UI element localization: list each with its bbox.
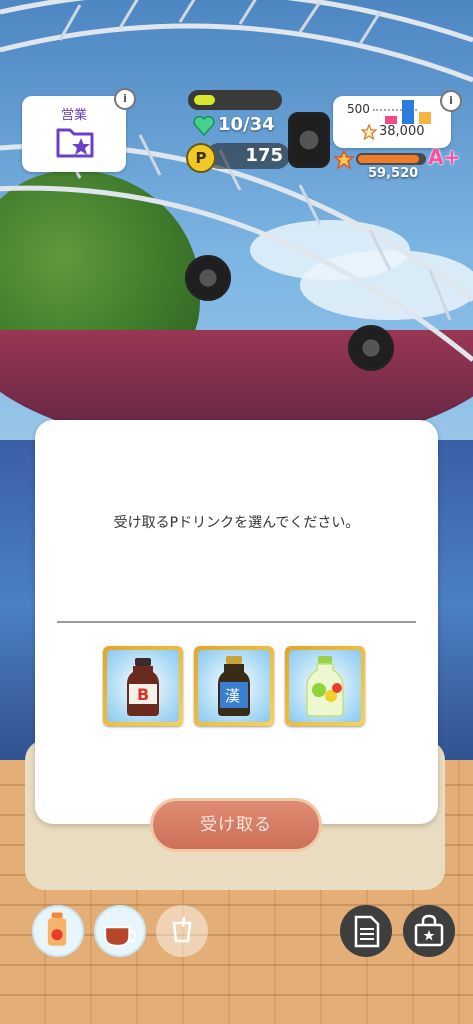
- fan-info-icon[interactable]: i: [440, 90, 462, 112]
- blue-drink-icon: 漢: [218, 656, 250, 716]
- fan-goal: 500: [347, 102, 370, 116]
- receive-button[interactable]: 受け取る: [150, 798, 322, 852]
- p-coin-icon: P: [186, 143, 216, 173]
- empty-drink-slot[interactable]: [156, 905, 208, 957]
- stamina-bar: [188, 90, 282, 110]
- drink-item-blue[interactable]: 漢: [194, 646, 274, 726]
- p-points-value: 175: [245, 145, 283, 166]
- eigyo-button[interactable]: 営業: [22, 96, 126, 172]
- strawberry-drink-button[interactable]: [32, 905, 84, 957]
- divider: [57, 621, 416, 623]
- spotlight: [288, 112, 330, 168]
- rank-badge: A+: [428, 145, 461, 169]
- spotlight: [348, 325, 394, 371]
- heart-icon: [193, 115, 215, 137]
- rank-bar-fill: [358, 155, 419, 163]
- strawberry-drink-icon: [47, 912, 67, 946]
- fan-chart-icon: [385, 100, 431, 124]
- eigyo-info-icon[interactable]: i: [114, 88, 136, 110]
- drink-item-b[interactable]: B: [103, 646, 183, 726]
- tea-drink-button[interactable]: [94, 905, 146, 957]
- rank-points: 59,520: [368, 166, 419, 181]
- b-drink-label: B: [137, 685, 149, 704]
- fan-count: 38,000: [379, 124, 425, 139]
- rank-star-icon: [334, 150, 354, 170]
- truss: [0, 0, 473, 362]
- eigyo-label: 営業: [60, 108, 87, 123]
- b-drink-icon: B: [127, 658, 159, 716]
- stamina-text: 10/34: [218, 114, 275, 135]
- green-drink-icon: [306, 656, 344, 717]
- fan-panel[interactable]: 500 38,000: [333, 96, 451, 148]
- memo-icon: [354, 915, 380, 948]
- dialog-message: 受け取るPドリンクを選んでください。: [113, 515, 360, 531]
- spotlight: [185, 255, 231, 301]
- tea-cup-icon: [104, 926, 137, 947]
- rank-bar: [356, 153, 426, 165]
- blue-drink-label: 漢: [225, 687, 240, 705]
- select-drink-dialog: 受け取るPドリンクを選んでください。 B 漢: [35, 420, 438, 824]
- memo-button[interactable]: [340, 905, 392, 957]
- folder-star-icon: [56, 128, 94, 158]
- shop-button[interactable]: [403, 905, 455, 957]
- shop-bag-icon: [414, 914, 444, 947]
- fan-star-icon: [361, 124, 377, 140]
- stamina-bar-fill: [194, 95, 215, 105]
- drink-item-green[interactable]: [285, 646, 365, 726]
- empty-cup-icon: [172, 916, 192, 943]
